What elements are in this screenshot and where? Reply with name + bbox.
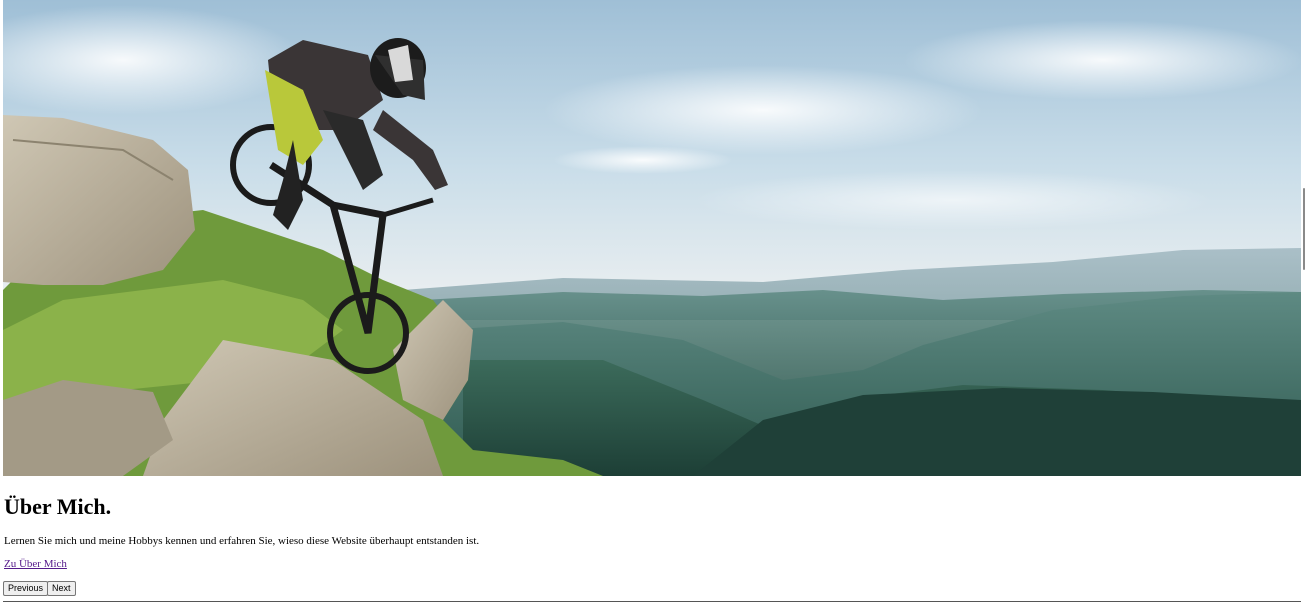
mountain-biker-photo [3, 0, 1301, 476]
scrollbar[interactable] [1301, 0, 1306, 603]
next-button[interactable]: Next [47, 581, 76, 596]
previous-button[interactable]: Previous [3, 581, 49, 596]
slide-image [3, 0, 1301, 476]
slide-description: Lernen Sie mich und meine Hobbys kennen … [4, 535, 480, 547]
about-me-link[interactable]: Zu Über Mich [4, 557, 67, 571]
divider [3, 601, 1301, 602]
scrollbar-thumb[interactable] [1303, 188, 1305, 270]
slide-title: Über Mich. [4, 494, 112, 519]
